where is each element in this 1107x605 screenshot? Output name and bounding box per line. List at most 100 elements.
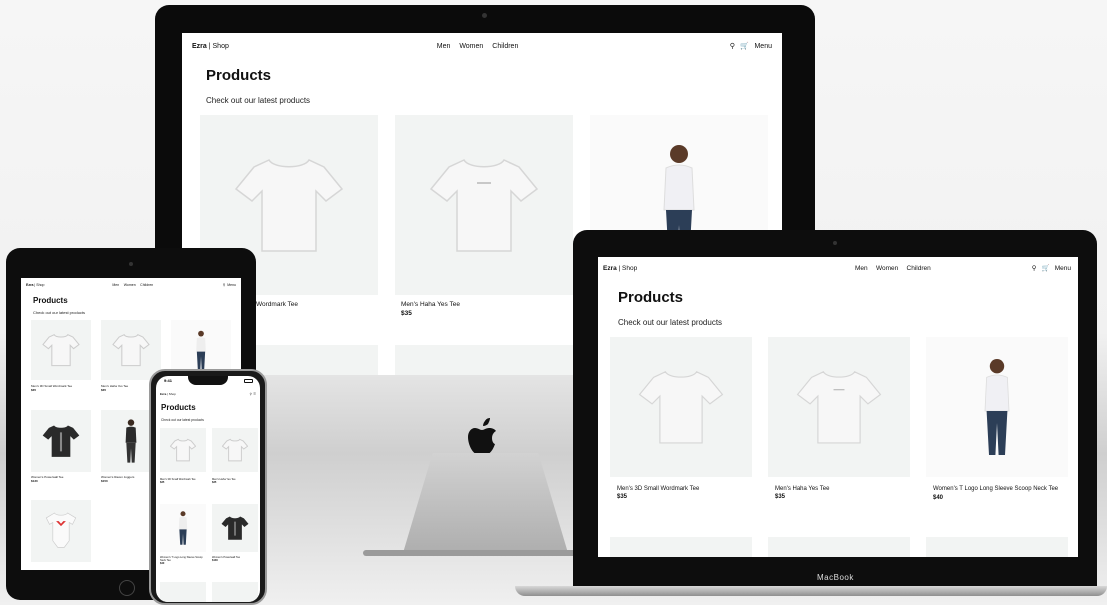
product-image — [610, 337, 752, 477]
menu-icon[interactable]: ☰ — [253, 392, 256, 396]
tshirt-image-icon — [221, 516, 249, 540]
product-image — [768, 337, 910, 477]
menu-button[interactable]: Menu — [754, 43, 772, 50]
nav-icons: ⚲ 🛒 Menu — [726, 42, 772, 50]
cart-icon[interactable]: 🛒 — [740, 43, 749, 50]
main-nav: Men Women Children — [852, 265, 934, 272]
tshirt-image-icon — [42, 425, 80, 457]
product-price: $40 — [933, 494, 944, 501]
phone-navbar: Ezra | Shop ⚲ ☰ — [160, 392, 256, 396]
search-icon[interactable]: ⚲ — [250, 392, 252, 396]
product-price: $35 — [212, 481, 217, 484]
main-nav: Men Women Children — [111, 283, 155, 287]
tshirt-image-icon — [638, 371, 724, 444]
status-time: 9:41 — [164, 378, 173, 383]
product-image — [768, 537, 910, 557]
nav-icons: ⚲ ☰ — [248, 392, 256, 396]
product-card[interactable]: Women's Powerwall Tee $130 — [212, 504, 258, 562]
product-card[interactable]: Men's Haha Yes Tee $35 — [768, 337, 910, 500]
product-name: Women's T Logo Long Sleeve Scoop Neck Te… — [933, 486, 1059, 492]
menu-button[interactable]: Menu — [1055, 265, 1071, 272]
brand-logo[interactable]: Ezra | Shop — [603, 265, 637, 272]
product-image — [610, 537, 752, 557]
brand-logo[interactable]: Ezra | Shop — [160, 392, 176, 396]
product-card[interactable]: Women's T Logo Long Sleeve Scoop Neck Te… — [926, 337, 1068, 501]
page-title: Products — [161, 403, 196, 412]
product-name: Men's Haha Yes Tee — [401, 301, 460, 308]
tshirt-image-icon — [796, 371, 882, 444]
product-card[interactable]: Men's 3D Small Wordmark Tee $35 — [610, 337, 752, 500]
model-image-icon — [984, 359, 1010, 455]
laptop-device: Ezra | Shop Men Women Children ⚲ 🛒 Menu … — [573, 230, 1097, 586]
nav-link-women[interactable]: Women — [876, 265, 898, 272]
imac-stand — [403, 453, 568, 553]
product-image — [160, 582, 206, 602]
cart-icon[interactable]: 🛒 — [1042, 265, 1050, 272]
imac-stand-base — [363, 550, 608, 556]
product-image — [395, 345, 573, 375]
product-price: $35 — [775, 494, 786, 500]
model-image-icon — [196, 330, 206, 370]
product-card[interactable]: Men's Haha Yes Tee $35 — [212, 428, 258, 484]
tablet-camera — [129, 262, 133, 266]
product-image — [212, 582, 258, 602]
product-price: $130 — [31, 479, 38, 483]
search-icon[interactable]: ⚲ — [1032, 265, 1037, 272]
menu-button[interactable]: Menu — [227, 283, 236, 287]
product-price: $35 — [617, 494, 628, 500]
product-name: Men's Haha Yes Tee — [775, 486, 830, 492]
tshirt-image-icon — [42, 334, 80, 367]
tablet-home-button — [119, 580, 135, 596]
product-image — [926, 537, 1068, 557]
laptop-label: MacBook — [817, 573, 854, 582]
page-subtitle: Check out our latest products — [618, 318, 723, 327]
laptop-camera — [833, 241, 837, 245]
nav-icons: ⚲ 🛒 Menu — [1028, 264, 1071, 272]
phone-device: 9:41 Ezra | Shop ⚲ ☰ Products Check out o… — [149, 369, 267, 605]
model-image-icon — [125, 419, 137, 463]
tshirt-image-icon — [234, 159, 344, 252]
product-card[interactable]: Men's 3D Small Wordmark Tee $35 — [31, 320, 91, 392]
page-title: Products — [33, 296, 68, 305]
search-icon[interactable]: ⚲ — [730, 43, 735, 50]
product-price: $130 — [212, 559, 218, 562]
product-card[interactable]: Men's 3D Small Wordmark Tee $35 — [160, 428, 206, 484]
nav-link-women[interactable]: Women — [459, 43, 483, 50]
product-card[interactable] — [31, 500, 91, 562]
onesie-image-icon — [45, 512, 77, 548]
page-subtitle: Check out our latest products — [206, 96, 311, 105]
apple-logo-icon — [468, 417, 502, 457]
product-price: $35 — [31, 388, 37, 392]
nav-link-men[interactable]: Men — [112, 283, 119, 287]
laptop-base — [515, 586, 1107, 596]
page-subtitle: Check out our latest products — [161, 418, 204, 422]
nav-link-women[interactable]: Women — [124, 283, 136, 287]
brand-logo[interactable]: Ezra | Shop — [192, 43, 229, 50]
brand-logo[interactable]: Ezra | Shop — [26, 283, 44, 287]
search-icon[interactable]: ⚲ — [223, 283, 226, 287]
nav-icons: ⚲ Menu — [221, 283, 236, 287]
product-card[interactable]: Women's Powerwall Tee $130 — [31, 410, 91, 483]
product-price: $40 — [160, 562, 165, 565]
laptop-screen: Ezra | Shop Men Women Children ⚲ 🛒 Menu … — [598, 257, 1078, 557]
main-nav: Men Women Children — [433, 43, 522, 50]
product-card[interactable]: Men's Haha Yes Tee $35 — [395, 115, 573, 317]
product-price: $35 — [160, 481, 165, 484]
nav-link-children[interactable]: Children — [492, 43, 518, 50]
laptop-navbar: Ezra | Shop Men Women Children ⚲ 🛒 Menu — [603, 264, 1071, 273]
phone-notch — [188, 376, 228, 385]
tshirt-image-icon — [429, 159, 539, 252]
page-title: Products — [618, 289, 684, 306]
nav-link-men[interactable]: Men — [855, 265, 868, 272]
product-image — [395, 115, 573, 295]
page-subtitle: Check out our latest products — [33, 310, 86, 315]
nav-link-children[interactable]: Children — [140, 283, 153, 287]
tablet-navbar: Ezra | Shop Men Women Children ⚲ Menu — [26, 283, 236, 287]
product-card[interactable]: Women's T Logo Long Sleeve Scoop Neck Te… — [160, 504, 206, 565]
nav-link-children[interactable]: Children — [907, 265, 931, 272]
tshirt-image-icon — [112, 334, 150, 367]
tshirt-image-icon — [170, 438, 196, 462]
battery-icon — [244, 379, 253, 383]
product-image — [926, 337, 1068, 477]
nav-link-men[interactable]: Men — [437, 43, 451, 50]
